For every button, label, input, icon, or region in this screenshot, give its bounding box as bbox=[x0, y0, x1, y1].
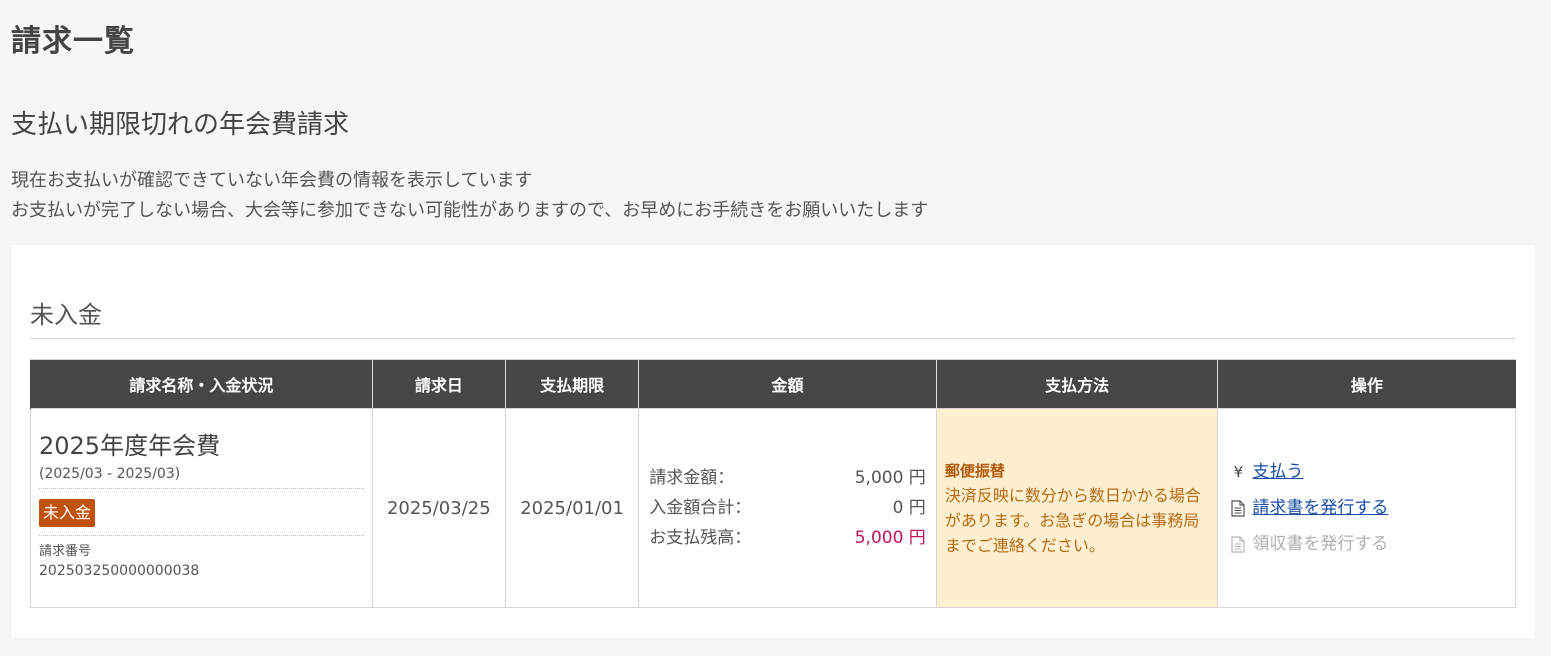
table-row: 2025年度年会費 (2025/03 - 2025/03) 未入金 請求番号 2… bbox=[30, 408, 1516, 608]
unpaid-card: 未入金 請求名称・入金状況 請求日 支払期限 金額 支払方法 操作 2025年度… bbox=[11, 245, 1535, 638]
section-description: 現在お支払いが確認できていない年会費の情報を表示しています お支払いが完了しない… bbox=[11, 166, 928, 226]
invoice-number-label: 請求番号 bbox=[39, 544, 92, 559]
status-wrap: 未入金 bbox=[39, 489, 364, 536]
fee-name: 2025年度年会費 bbox=[39, 432, 221, 460]
billed-amount-row: 請求金額： 5,000 円 bbox=[649, 463, 926, 493]
payment-method-cell: 郵便振替 決済反映に数分から数日かかる場合があります。お急ぎの場合は事務局までご… bbox=[935, 408, 1219, 608]
header-operations: 操作 bbox=[1217, 359, 1516, 409]
section-title: 支払い期限切れの年会費請求 bbox=[11, 110, 350, 140]
document-icon bbox=[1230, 499, 1246, 517]
status-badge: 未入金 bbox=[39, 499, 96, 527]
due-date: 2025/01/01 bbox=[504, 408, 640, 608]
payment-method-note: 決済反映に数分から数日かかる場合があります。お急ぎの場合は事務局までご連絡くださ… bbox=[944, 485, 1201, 555]
description-line-2: お支払いが完了しない場合、大会等に参加できない可能性がありますので、お早めにお手… bbox=[11, 200, 929, 221]
header-name-status: 請求名称・入金状況 bbox=[30, 359, 373, 409]
payment-method-title: 郵便振替 bbox=[944, 461, 1005, 480]
name-status-cell: 2025年度年会費 (2025/03 - 2025/03) 未入金 請求番号 2… bbox=[30, 408, 373, 608]
invoice-number: 202503250000000038 bbox=[39, 563, 200, 579]
table-header-row: 請求名称・入金状況 請求日 支払期限 金額 支払方法 操作 bbox=[30, 359, 1516, 409]
document-icon bbox=[1230, 535, 1246, 553]
balance-label: お支払残高： bbox=[649, 528, 752, 548]
issue-invoice-action: 請求書を発行する bbox=[1230, 490, 1503, 526]
page-title: 請求一覧 bbox=[11, 24, 135, 59]
pay-action: ¥ 支払う bbox=[1230, 454, 1503, 490]
issue-receipt-label: 領収書を発行する bbox=[1252, 534, 1389, 554]
operations-cell: ¥ 支払う 請求書を発行する 領収書を発行する bbox=[1217, 408, 1516, 608]
yen-icon: ¥ bbox=[1233, 463, 1244, 481]
billing-table: 請求名称・入金状況 請求日 支払期限 金額 支払方法 操作 2025年度年会費 … bbox=[30, 359, 1516, 608]
header-due-date: 支払期限 bbox=[504, 359, 639, 409]
description-line-1: 現在お支払いが確認できていない年会費の情報を表示しています bbox=[11, 170, 533, 191]
header-billing-date: 請求日 bbox=[371, 359, 506, 409]
paid-amount-value: 0 円 bbox=[892, 498, 926, 518]
billing-date: 2025/03/25 bbox=[371, 408, 506, 608]
fee-period: (2025/03 - 2025/03) bbox=[39, 466, 364, 489]
paid-amount-label: 入金額合計： bbox=[649, 498, 752, 518]
balance-row: お支払残高： 5,000 円 bbox=[649, 523, 926, 553]
amount-cell: 請求金額： 5,000 円 入金額合計： 0 円 お支払残高： 5,000 円 bbox=[638, 408, 937, 608]
header-payment-method: 支払方法 bbox=[935, 359, 1218, 409]
billed-amount-label: 請求金額： bbox=[649, 468, 735, 488]
issue-invoice-link[interactable]: 請求書を発行する bbox=[1252, 490, 1388, 526]
card-heading: 未入金 bbox=[30, 300, 1515, 339]
issue-receipt-action: 領収書を発行する bbox=[1230, 526, 1503, 562]
header-amount: 金額 bbox=[638, 359, 937, 409]
billed-amount-value: 5,000 円 bbox=[854, 468, 926, 488]
paid-amount-row: 入金額合計： 0 円 bbox=[649, 493, 926, 523]
pay-link[interactable]: 支払う bbox=[1252, 454, 1303, 490]
balance-value: 5,000 円 bbox=[854, 528, 926, 548]
